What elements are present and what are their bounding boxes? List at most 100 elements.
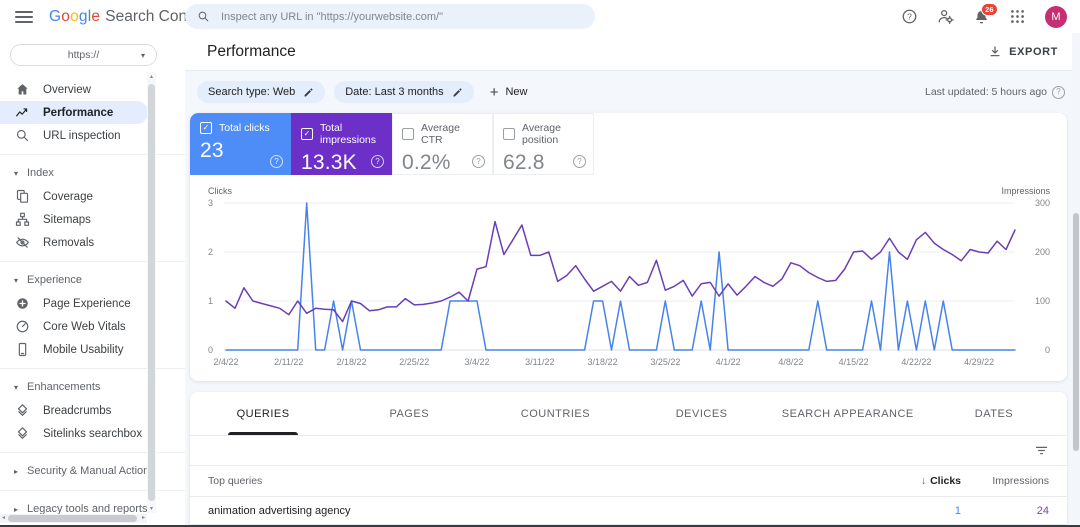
svg-text:Clicks: Clicks bbox=[208, 186, 232, 196]
sidebar-item-performance[interactable]: Performance bbox=[0, 101, 148, 124]
export-button[interactable]: EXPORT bbox=[988, 45, 1058, 59]
sidebar-group: ▾ Experience Page Experience Core Web Vital… bbox=[0, 261, 185, 361]
help-circle-icon[interactable]: ? bbox=[472, 155, 485, 168]
checkbox-checked-icon[interactable]: ✓ bbox=[301, 128, 313, 140]
sidebar-item-label: Core Web Vitals bbox=[43, 320, 126, 333]
svg-text:4/8/22: 4/8/22 bbox=[778, 357, 803, 367]
chevron-down-icon: ▾ bbox=[140, 50, 145, 60]
home-icon bbox=[15, 82, 30, 97]
apps-grid-icon[interactable] bbox=[1009, 8, 1026, 25]
metric-label: Total impressions bbox=[320, 122, 377, 146]
checkbox-unchecked-icon[interactable] bbox=[402, 128, 414, 140]
sidebar-item-page-experience[interactable]: Page Experience bbox=[0, 292, 148, 315]
sidebar-section-index[interactable]: ▾ Index bbox=[0, 161, 185, 185]
help-circle-icon[interactable]: ? bbox=[573, 155, 586, 168]
breadcrumbs-icon bbox=[15, 403, 30, 418]
sidebar-item-url-inspection[interactable]: URL inspection bbox=[0, 124, 148, 147]
checkbox-checked-icon[interactable]: ✓ bbox=[200, 122, 212, 134]
sitelinks-icon bbox=[15, 426, 30, 441]
tab-search-appearance[interactable]: SEARCH APPEARANCE bbox=[775, 392, 921, 435]
sidebar-section-label: Experience bbox=[27, 274, 83, 286]
scroll-left-icon[interactable]: ◂ bbox=[2, 514, 5, 523]
column-header-impressions[interactable]: Impressions bbox=[961, 475, 1049, 487]
property-selector[interactable]: https:// ▾ bbox=[10, 44, 157, 66]
help-icon[interactable]: ? bbox=[901, 8, 918, 25]
svg-text:100: 100 bbox=[1035, 296, 1050, 306]
filter-row: Search type: Web Date: Last 3 months + Ne… bbox=[190, 79, 1067, 113]
sidebar-section-experience[interactable]: ▾ Experience bbox=[0, 268, 185, 292]
user-settings-icon[interactable] bbox=[937, 8, 954, 25]
help-circle-icon[interactable]: ? bbox=[1052, 85, 1065, 99]
sidebar-section-label: Enhancements bbox=[27, 381, 101, 393]
help-circle-icon[interactable]: ? bbox=[371, 155, 384, 168]
menu-icon[interactable] bbox=[15, 10, 33, 23]
filter-chip-search-type-web[interactable]: Search type: Web bbox=[197, 81, 326, 103]
sidebar-vertical-scrollbar[interactable]: ▴ ▾ bbox=[147, 72, 156, 513]
window-vertical-scrollbar[interactable] bbox=[1072, 33, 1080, 525]
metric-tiles: ✓ Total clicks 23? ✓ Total impressions 13.3K?… bbox=[190, 113, 1067, 175]
sidebar-item-sitelinks-searchbox[interactable]: Sitelinks searchbox bbox=[0, 422, 148, 445]
svg-text:2: 2 bbox=[208, 247, 213, 257]
sidebar-group: ▸ Security & Manual Actions bbox=[0, 452, 185, 483]
tab-countries[interactable]: COUNTRIES bbox=[482, 392, 628, 435]
svg-text:2/11/22: 2/11/22 bbox=[274, 357, 303, 367]
svg-text:0: 0 bbox=[1045, 345, 1050, 355]
clicks-cell: 1 bbox=[954, 505, 961, 517]
scroll-down-icon[interactable]: ▾ bbox=[147, 505, 156, 512]
avatar[interactable]: M bbox=[1045, 5, 1067, 28]
main-area: Performance EXPORT Search type: Web Date:… bbox=[185, 33, 1080, 527]
download-icon bbox=[988, 45, 1002, 59]
svg-text:3/18/22: 3/18/22 bbox=[588, 357, 618, 367]
scroll-up-icon[interactable]: ▴ bbox=[147, 73, 156, 80]
tab-dates[interactable]: DATES bbox=[921, 392, 1067, 435]
sidebar-item-core-web-vitals[interactable]: Core Web Vitals bbox=[0, 315, 148, 338]
metric-tile-total-clicks[interactable]: ✓ Total clicks 23? bbox=[190, 113, 291, 175]
svg-text:4/22/22: 4/22/22 bbox=[901, 357, 931, 367]
metric-label: Average position bbox=[522, 122, 561, 146]
tab-devices[interactable]: DEVICES bbox=[629, 392, 775, 435]
notifications-bell-icon[interactable]: 26 bbox=[973, 3, 998, 25]
filter-chips: Search type: Web Date: Last 3 months bbox=[197, 81, 474, 103]
window-vscroll-thumb[interactable] bbox=[1073, 213, 1079, 451]
svg-text:3: 3 bbox=[208, 198, 213, 208]
column-header-clicks[interactable]: ↓ Clicks bbox=[851, 475, 961, 487]
filter-chip-date-last-3-months[interactable]: Date: Last 3 months bbox=[334, 81, 474, 103]
checkbox-unchecked-icon[interactable] bbox=[503, 128, 515, 140]
tab-queries[interactable]: QUERIES bbox=[190, 392, 336, 435]
sidebar-item-breadcrumbs[interactable]: Breadcrumbs bbox=[0, 399, 148, 422]
sidebar-item-label: Sitelinks searchbox bbox=[43, 427, 143, 440]
tab-pages[interactable]: PAGES bbox=[336, 392, 482, 435]
filter-chip-label: Search type: Web bbox=[208, 86, 296, 98]
chart-area[interactable]: 0 0 1 100 2 200 3 300 Clicks Impressions 2/4/22 2/1… bbox=[190, 175, 1067, 375]
sidebar-item-overview[interactable]: Overview bbox=[0, 78, 148, 101]
search-icon bbox=[15, 128, 30, 143]
sidebar-horizontal-scrollbar[interactable]: ◂ ▸ bbox=[0, 514, 147, 523]
help-circle-icon[interactable]: ? bbox=[270, 155, 283, 168]
column-header-queries[interactable]: Top queries bbox=[208, 475, 851, 487]
new-filter-label: New bbox=[505, 86, 528, 98]
svg-text:?: ? bbox=[907, 11, 912, 21]
pencil-icon bbox=[452, 87, 463, 98]
plus-icon: + bbox=[489, 83, 499, 101]
sidebar-section-security-manual-actions[interactable]: ▸ Security & Manual Actions bbox=[0, 459, 185, 483]
metric-tile-average-position[interactable]: Average position 62.8? bbox=[493, 113, 594, 175]
sidebar-vscroll-thumb[interactable] bbox=[148, 84, 155, 501]
url-inspect-input[interactable] bbox=[219, 9, 583, 24]
performance-chart-card: ✓ Total clicks 23? ✓ Total impressions 13.3K?… bbox=[190, 113, 1067, 381]
table-row[interactable]: animation advertising agency 1 24 bbox=[190, 497, 1067, 524]
metric-tile-total-impressions[interactable]: ✓ Total impressions 13.3K? bbox=[291, 113, 392, 175]
filter-icon[interactable] bbox=[1034, 443, 1049, 458]
metric-tile-average-ctr[interactable]: Average CTR 0.2%? bbox=[392, 113, 493, 175]
svg-text:3/11/22: 3/11/22 bbox=[525, 357, 554, 367]
scroll-right-icon[interactable]: ▸ bbox=[142, 514, 145, 523]
url-inspect-searchbox[interactable] bbox=[185, 4, 595, 29]
sidebar-hscroll-thumb[interactable] bbox=[8, 515, 137, 522]
topbar-actions: ? 26 M bbox=[901, 3, 1080, 28]
sidebar-item-sitemaps[interactable]: Sitemaps bbox=[0, 208, 148, 231]
sidebar-item-coverage[interactable]: Coverage bbox=[0, 185, 148, 208]
sidebar-item-removals[interactable]: Removals bbox=[0, 231, 148, 254]
metric-value: 23 bbox=[200, 139, 224, 162]
sidebar-section-enhancements[interactable]: ▾ Enhancements bbox=[0, 375, 185, 399]
new-filter-button[interactable]: + New bbox=[490, 85, 528, 100]
sidebar-item-mobile-usability[interactable]: Mobile Usability bbox=[0, 338, 148, 361]
